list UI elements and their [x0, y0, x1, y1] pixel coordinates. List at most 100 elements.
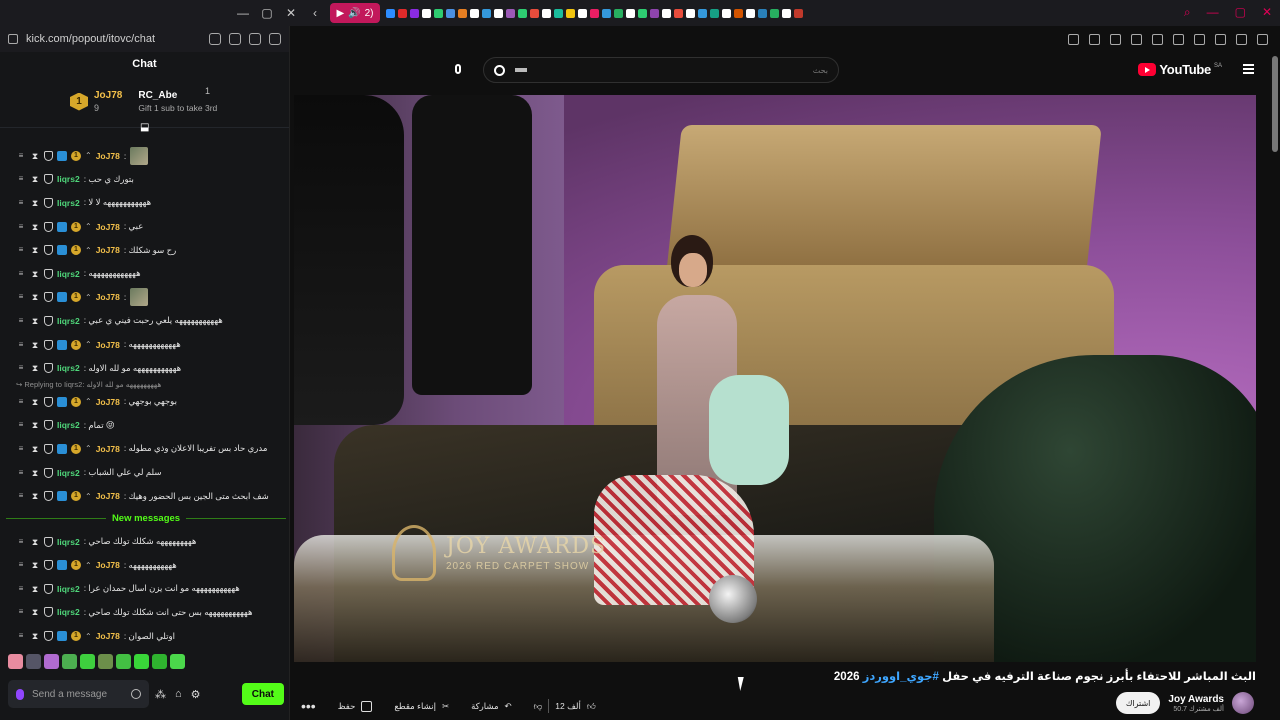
reply-preview[interactable]: ↪ Replying to Iiqrs2: هههههههههه مو لله …	[16, 380, 286, 390]
chat-message[interactable]: ≡ ⧗ Iiqrs2: هههههههههههه مو لله الاوله	[16, 356, 286, 380]
maximize-icon[interactable]: ▢	[260, 6, 274, 20]
tab-favicon[interactable]	[518, 8, 527, 18]
tab-favicon[interactable]	[722, 8, 731, 18]
tab-favicon[interactable]	[494, 8, 503, 18]
shield-icon[interactable]	[209, 33, 221, 45]
menu-icon[interactable]	[1257, 33, 1268, 45]
tab-favicon[interactable]	[470, 8, 479, 18]
translate-icon[interactable]	[229, 33, 241, 45]
bookmark-icon[interactable]	[1089, 33, 1100, 45]
download-icon[interactable]	[269, 33, 281, 45]
chat-input-placeholder[interactable]: Send a message	[32, 689, 123, 700]
maximize-icon[interactable]: ▢	[1235, 5, 1246, 20]
emote-icon[interactable]	[134, 654, 149, 669]
emote-icon[interactable]	[26, 654, 41, 669]
emote-icon[interactable]	[80, 654, 95, 669]
emoji-icon[interactable]	[131, 689, 141, 699]
tab-favicon[interactable]	[698, 8, 707, 18]
chat-username[interactable]: JoJ78	[96, 340, 120, 350]
chat-username[interactable]: JoJ78	[96, 560, 120, 570]
tab-favicon[interactable]	[542, 8, 551, 18]
tab-favicon[interactable]	[746, 8, 755, 18]
chat-message[interactable]: ≡ ⧗ Iiqrs2: ههههههههههههه	[16, 262, 286, 286]
emote-icon[interactable]	[62, 654, 77, 669]
subscribe-button[interactable]: اشتراك	[1115, 692, 1161, 714]
chat-message[interactable]: ≡ ⧗ 1 ⌃ JoJ78:	[16, 286, 286, 310]
more-button[interactable]: •••	[295, 694, 322, 718]
tab-favicon[interactable]	[614, 8, 623, 18]
save-button[interactable]: حفظ	[332, 694, 379, 718]
active-tab[interactable]: ▶ 🔊 2)	[330, 3, 380, 23]
search-box[interactable]: بحث	[483, 57, 839, 83]
tab-favicon[interactable]	[674, 8, 683, 18]
channel-name[interactable]: Joy Awards	[1168, 694, 1224, 705]
emote-icon[interactable]	[170, 654, 185, 669]
tab-favicon[interactable]	[626, 8, 635, 18]
tab-favicon[interactable]	[458, 8, 467, 18]
ai-icon[interactable]	[1236, 33, 1247, 45]
settings-icon[interactable]: ⚙	[191, 688, 201, 701]
scrollbar[interactable]	[1272, 56, 1278, 152]
tab-favicon[interactable]	[638, 8, 647, 18]
chat-message[interactable]: ≡ ⧗ 1 ⌃ JoJ78: عبي	[16, 215, 286, 239]
search-input[interactable]	[515, 68, 527, 72]
tab-favicon[interactable]	[398, 8, 407, 18]
chat-username[interactable]: JoJ78	[96, 292, 120, 302]
play-icon[interactable]	[1152, 33, 1163, 45]
tab-favicon[interactable]	[734, 8, 743, 18]
like-icon[interactable]: 👍︎	[587, 701, 596, 712]
chevron-icon[interactable]: ‹	[308, 6, 322, 20]
tab-favicon[interactable]	[794, 8, 803, 18]
play-icon[interactable]	[249, 33, 261, 45]
chat-message[interactable]: ≡ ⧗ Iiqrs2: بتورك ي حب	[16, 168, 286, 192]
tab-favicon[interactable]	[554, 8, 563, 18]
chat-message[interactable]: ≡ ⧗ 1 ⌃ JoJ78: شف ابحث متى الجين بس الحضور و…	[16, 484, 286, 508]
video-title-hashtag[interactable]: #جوي_اووردز	[863, 671, 939, 683]
chat-message[interactable]: ≡ ⧗ Iiqrs2: تمام 😝	[16, 414, 286, 438]
tab-favicon[interactable]	[590, 8, 599, 18]
tab-favicon[interactable]	[782, 8, 791, 18]
chat-username[interactable]: Iiqrs2	[57, 269, 80, 279]
chat-username[interactable]: Iiqrs2	[57, 420, 80, 430]
leader-top[interactable]: JoJ78 9	[94, 90, 122, 113]
share-button[interactable]: مشاركة ↶	[465, 694, 518, 718]
chat-username[interactable]: JoJ78	[96, 631, 120, 641]
dislike-icon[interactable]: 👎︎	[534, 701, 543, 712]
channel-info[interactable]: Joy Awards 50.7 ألف مشترك	[1168, 694, 1224, 713]
wallet-icon[interactable]	[1194, 33, 1205, 45]
youtube-logo[interactable]: YouTube SA	[1138, 62, 1222, 77]
tab-favicon[interactable]	[386, 8, 395, 18]
minimize-icon[interactable]: —	[1207, 5, 1219, 20]
tab-favicon[interactable]	[410, 8, 419, 18]
chat-message[interactable]: ≡ ⧗ 1 ⌃ JoJ78: ههههههههههههه	[16, 333, 286, 357]
chat-message[interactable]: ≡ ⧗ 1 ⌃ JoJ78: اوتلي الصوان	[16, 624, 286, 648]
chat-message[interactable]: ≡ ⧗ Iiqrs2: سلم لي علي الشباب	[16, 461, 286, 485]
screenshot-icon[interactable]	[1110, 33, 1121, 45]
chat-username[interactable]: Iiqrs2	[57, 174, 80, 184]
tab-favicon[interactable]	[686, 8, 695, 18]
chat-username[interactable]: JoJ78	[96, 151, 120, 161]
kick-address-bar[interactable]: kick.com/popout/itovc/chat	[0, 26, 289, 52]
close-icon[interactable]: ✕	[284, 6, 298, 20]
tab-favicon[interactable]	[566, 8, 575, 18]
kick-url[interactable]: kick.com/popout/itovc/chat	[26, 33, 201, 45]
chat-username[interactable]: Iiqrs2	[57, 468, 80, 478]
tab-favicon[interactable]	[506, 8, 515, 18]
tab-favicon[interactable]	[650, 8, 659, 18]
chat-message[interactable]: ≡ ⧗ 1 ⌃ JoJ78: رح سو شكلك	[16, 238, 286, 262]
chat-message[interactable]: ≡ ⧗ Iiqrs2: هههههههههههه مو انت يزن اسال ح…	[16, 577, 286, 601]
tab-favicon[interactable]	[422, 8, 431, 18]
chat-username[interactable]: JoJ78	[96, 397, 120, 407]
emote-icon[interactable]	[98, 654, 113, 669]
tab-favicon[interactable]	[530, 8, 539, 18]
chat-username[interactable]: JoJ78	[96, 444, 120, 454]
chat-input[interactable]: Send a message	[8, 680, 149, 708]
mic-icon[interactable]	[449, 60, 467, 78]
chat-message[interactable]: ≡ ⧗ Iiqrs2: هههههههههه شكلك تولك صاحي	[16, 530, 286, 554]
tab-favicon[interactable]	[662, 8, 671, 18]
emote-icon[interactable]	[44, 654, 59, 669]
emote-icon[interactable]	[8, 654, 23, 669]
search-icon[interactable]	[494, 64, 505, 76]
minimize-icon[interactable]: —	[236, 6, 250, 20]
tab-favicon[interactable]	[434, 8, 443, 18]
